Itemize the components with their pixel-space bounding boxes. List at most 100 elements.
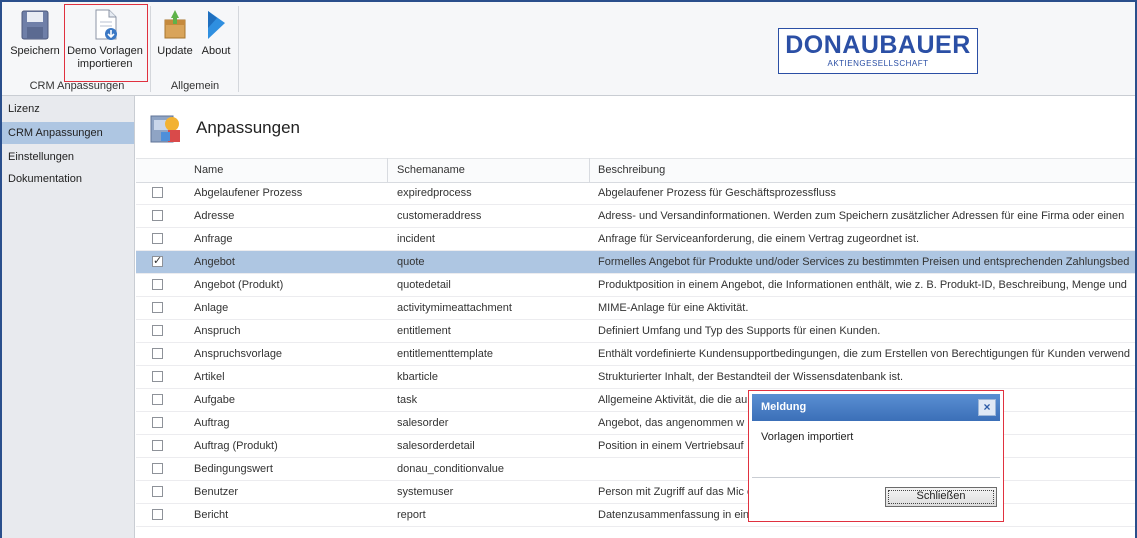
page-title: Anpassungen (196, 118, 300, 137)
table-row[interactable]: Anspruch entitlement Definiert Umfang und … (136, 320, 1135, 343)
cell-description: Enthält vordefinierte Kundensupportbedin… (598, 348, 1131, 360)
row-checkbox[interactable] (152, 302, 163, 313)
message-dialog: Meldung × Vorlagen importiert Schließen (748, 390, 1004, 522)
column-divider (589, 158, 590, 182)
cell-description: Allgemeine Aktivität, die die au (598, 394, 748, 406)
cell-name: Angebot (Produkt) (194, 279, 284, 291)
cell-schema: quotedetail (397, 279, 451, 291)
cell-name: Adresse (194, 210, 235, 222)
cell-description: Adress- und Versandinformationen. Werden… (598, 210, 1125, 222)
group-label-crm: CRM Anpassungen (29, 80, 125, 92)
table-row[interactable]: Artikel kbarticle Strukturierter Inhalt, d… (136, 366, 1135, 389)
dialog-header: Meldung × (752, 394, 1000, 421)
table-row[interactable]: Adresse customeraddress Adress- und Versan… (136, 205, 1135, 228)
cell-name: Bedingungswert (194, 463, 273, 475)
row-checkbox[interactable] (152, 509, 163, 520)
cell-description: Abgelaufener Prozess für Geschäftsprozes… (598, 187, 836, 199)
about-label: About (201, 45, 231, 57)
group-divider (238, 6, 239, 92)
cell-name: Anspruchsvorlage (194, 348, 283, 360)
group-divider (150, 6, 151, 92)
row-checkbox[interactable] (152, 254, 163, 267)
cell-name: Aufgabe (194, 394, 235, 406)
cell-schema: entitlementtemplate (397, 348, 493, 360)
logo-name: DONAUBAUER (785, 31, 971, 59)
dialog-title: Meldung (761, 401, 807, 413)
cell-name: Benutzer (194, 486, 239, 498)
cell-schema: report (397, 509, 426, 521)
row-checkbox[interactable] (152, 348, 163, 359)
cell-name: Auftrag (194, 417, 230, 429)
row-checkbox[interactable] (152, 187, 163, 198)
company-logo: DONAUBAUER AKTIENGESELLSCHAFT (778, 28, 978, 74)
row-checkbox[interactable] (152, 371, 163, 382)
cell-description: MIME-Anlage für eine Aktivität. (598, 302, 749, 314)
table-row[interactable]: Angebot quote Formelles Angebot für Produk… (136, 251, 1135, 274)
row-checkbox[interactable] (152, 325, 163, 336)
update-button[interactable]: Update (156, 8, 194, 58)
table-row[interactable]: Angebot (Produkt) quotedetail Produktposit… (136, 274, 1135, 297)
cell-name: Bericht (194, 509, 229, 521)
cell-name: Anfrage (194, 233, 233, 245)
update-package-icon (164, 10, 186, 39)
ribbon: Speichern Demo Vorlagen importieren Upda… (2, 2, 1135, 96)
cell-schema: task (397, 394, 418, 406)
table-row[interactable]: Anfrage incident Anfrage für Serviceanford… (136, 228, 1135, 251)
cell-name: Auftrag (Produkt) (194, 440, 278, 452)
table-header: Name Schemaname Beschreibung (136, 158, 1135, 183)
column-header-name[interactable]: Name (194, 164, 223, 176)
cell-description: Formelles Angebot für Produkte und/oder … (598, 256, 1130, 268)
row-checkbox[interactable] (152, 279, 163, 290)
save-icon (21, 10, 49, 40)
about-button[interactable]: About (196, 8, 236, 58)
cell-schema: donau_conditionvalue (397, 463, 505, 475)
table-row[interactable]: Anspruchsvorlage entitlementtemplate Enthä… (136, 343, 1135, 366)
save-button[interactable]: Speichern (6, 8, 64, 58)
cell-schema: kbarticle (397, 371, 438, 383)
cell-name: Angebot (194, 256, 235, 268)
cell-name: Anspruch (194, 325, 241, 337)
cell-schema: customeraddress (397, 210, 482, 222)
logo-subtitle: AKTIENGESELLSCHAFT (827, 59, 929, 68)
cell-name: Artikel (194, 371, 225, 383)
table-row[interactable]: Anlage activitymimeattachment MIME-Anlage … (136, 297, 1135, 320)
cell-description: Produktposition in einem Angebot, die In… (598, 279, 1127, 291)
cell-schema: expiredprocess (397, 187, 472, 199)
cell-schema: systemuser (397, 486, 454, 498)
customizations-icon (150, 115, 180, 143)
table-row[interactable]: Abgelaufener Prozess expiredprocess Abgela… (136, 182, 1135, 205)
cell-description: Definiert Umfang und Typ des Supports fü… (598, 325, 881, 337)
sidebar: Lizenz CRM Anpassungen Einstellungen Dok… (2, 96, 135, 538)
row-checkbox[interactable] (152, 486, 163, 497)
dialog-message: Vorlagen importiert (761, 431, 854, 443)
cell-schema: entitlement (397, 325, 451, 337)
cell-name: Abgelaufener Prozess (194, 187, 303, 199)
row-checkbox[interactable] (152, 210, 163, 221)
sidebar-item-documentation[interactable]: Dokumentation (2, 168, 134, 190)
row-checkbox[interactable] (152, 233, 163, 244)
sidebar-item-settings[interactable]: Einstellungen (2, 146, 134, 168)
column-header-schema[interactable]: Schemaname (397, 164, 465, 176)
sidebar-item-license[interactable]: Lizenz (2, 98, 134, 120)
close-icon[interactable]: × (978, 399, 996, 416)
sidebar-item-crm-customizations[interactable]: CRM Anpassungen (2, 122, 134, 144)
row-checkbox[interactable] (152, 440, 163, 451)
row-checkbox[interactable] (152, 417, 163, 428)
cell-schema: incident (397, 233, 435, 245)
cell-schema: salesorderdetail (397, 440, 475, 452)
dialog-footer: Schließen (752, 477, 1000, 518)
close-button[interactable]: Schließen (885, 487, 997, 507)
update-label: Update (157, 45, 193, 57)
demo-highlight-frame (64, 4, 148, 82)
cell-description: Anfrage für Serviceanforderung, die eine… (598, 233, 920, 245)
save-label: Speichern (10, 45, 60, 57)
cell-schema: quote (397, 256, 425, 268)
row-checkbox[interactable] (152, 394, 163, 405)
column-header-description[interactable]: Beschreibung (598, 164, 665, 176)
cell-schema: activitymimeattachment (397, 302, 512, 314)
dynamics-logo-icon (208, 11, 225, 39)
cell-description: Angebot, das angenommen w (598, 417, 745, 429)
row-checkbox[interactable] (152, 463, 163, 474)
cell-name: Anlage (194, 302, 229, 314)
group-label-general: Allgemein (170, 80, 220, 92)
